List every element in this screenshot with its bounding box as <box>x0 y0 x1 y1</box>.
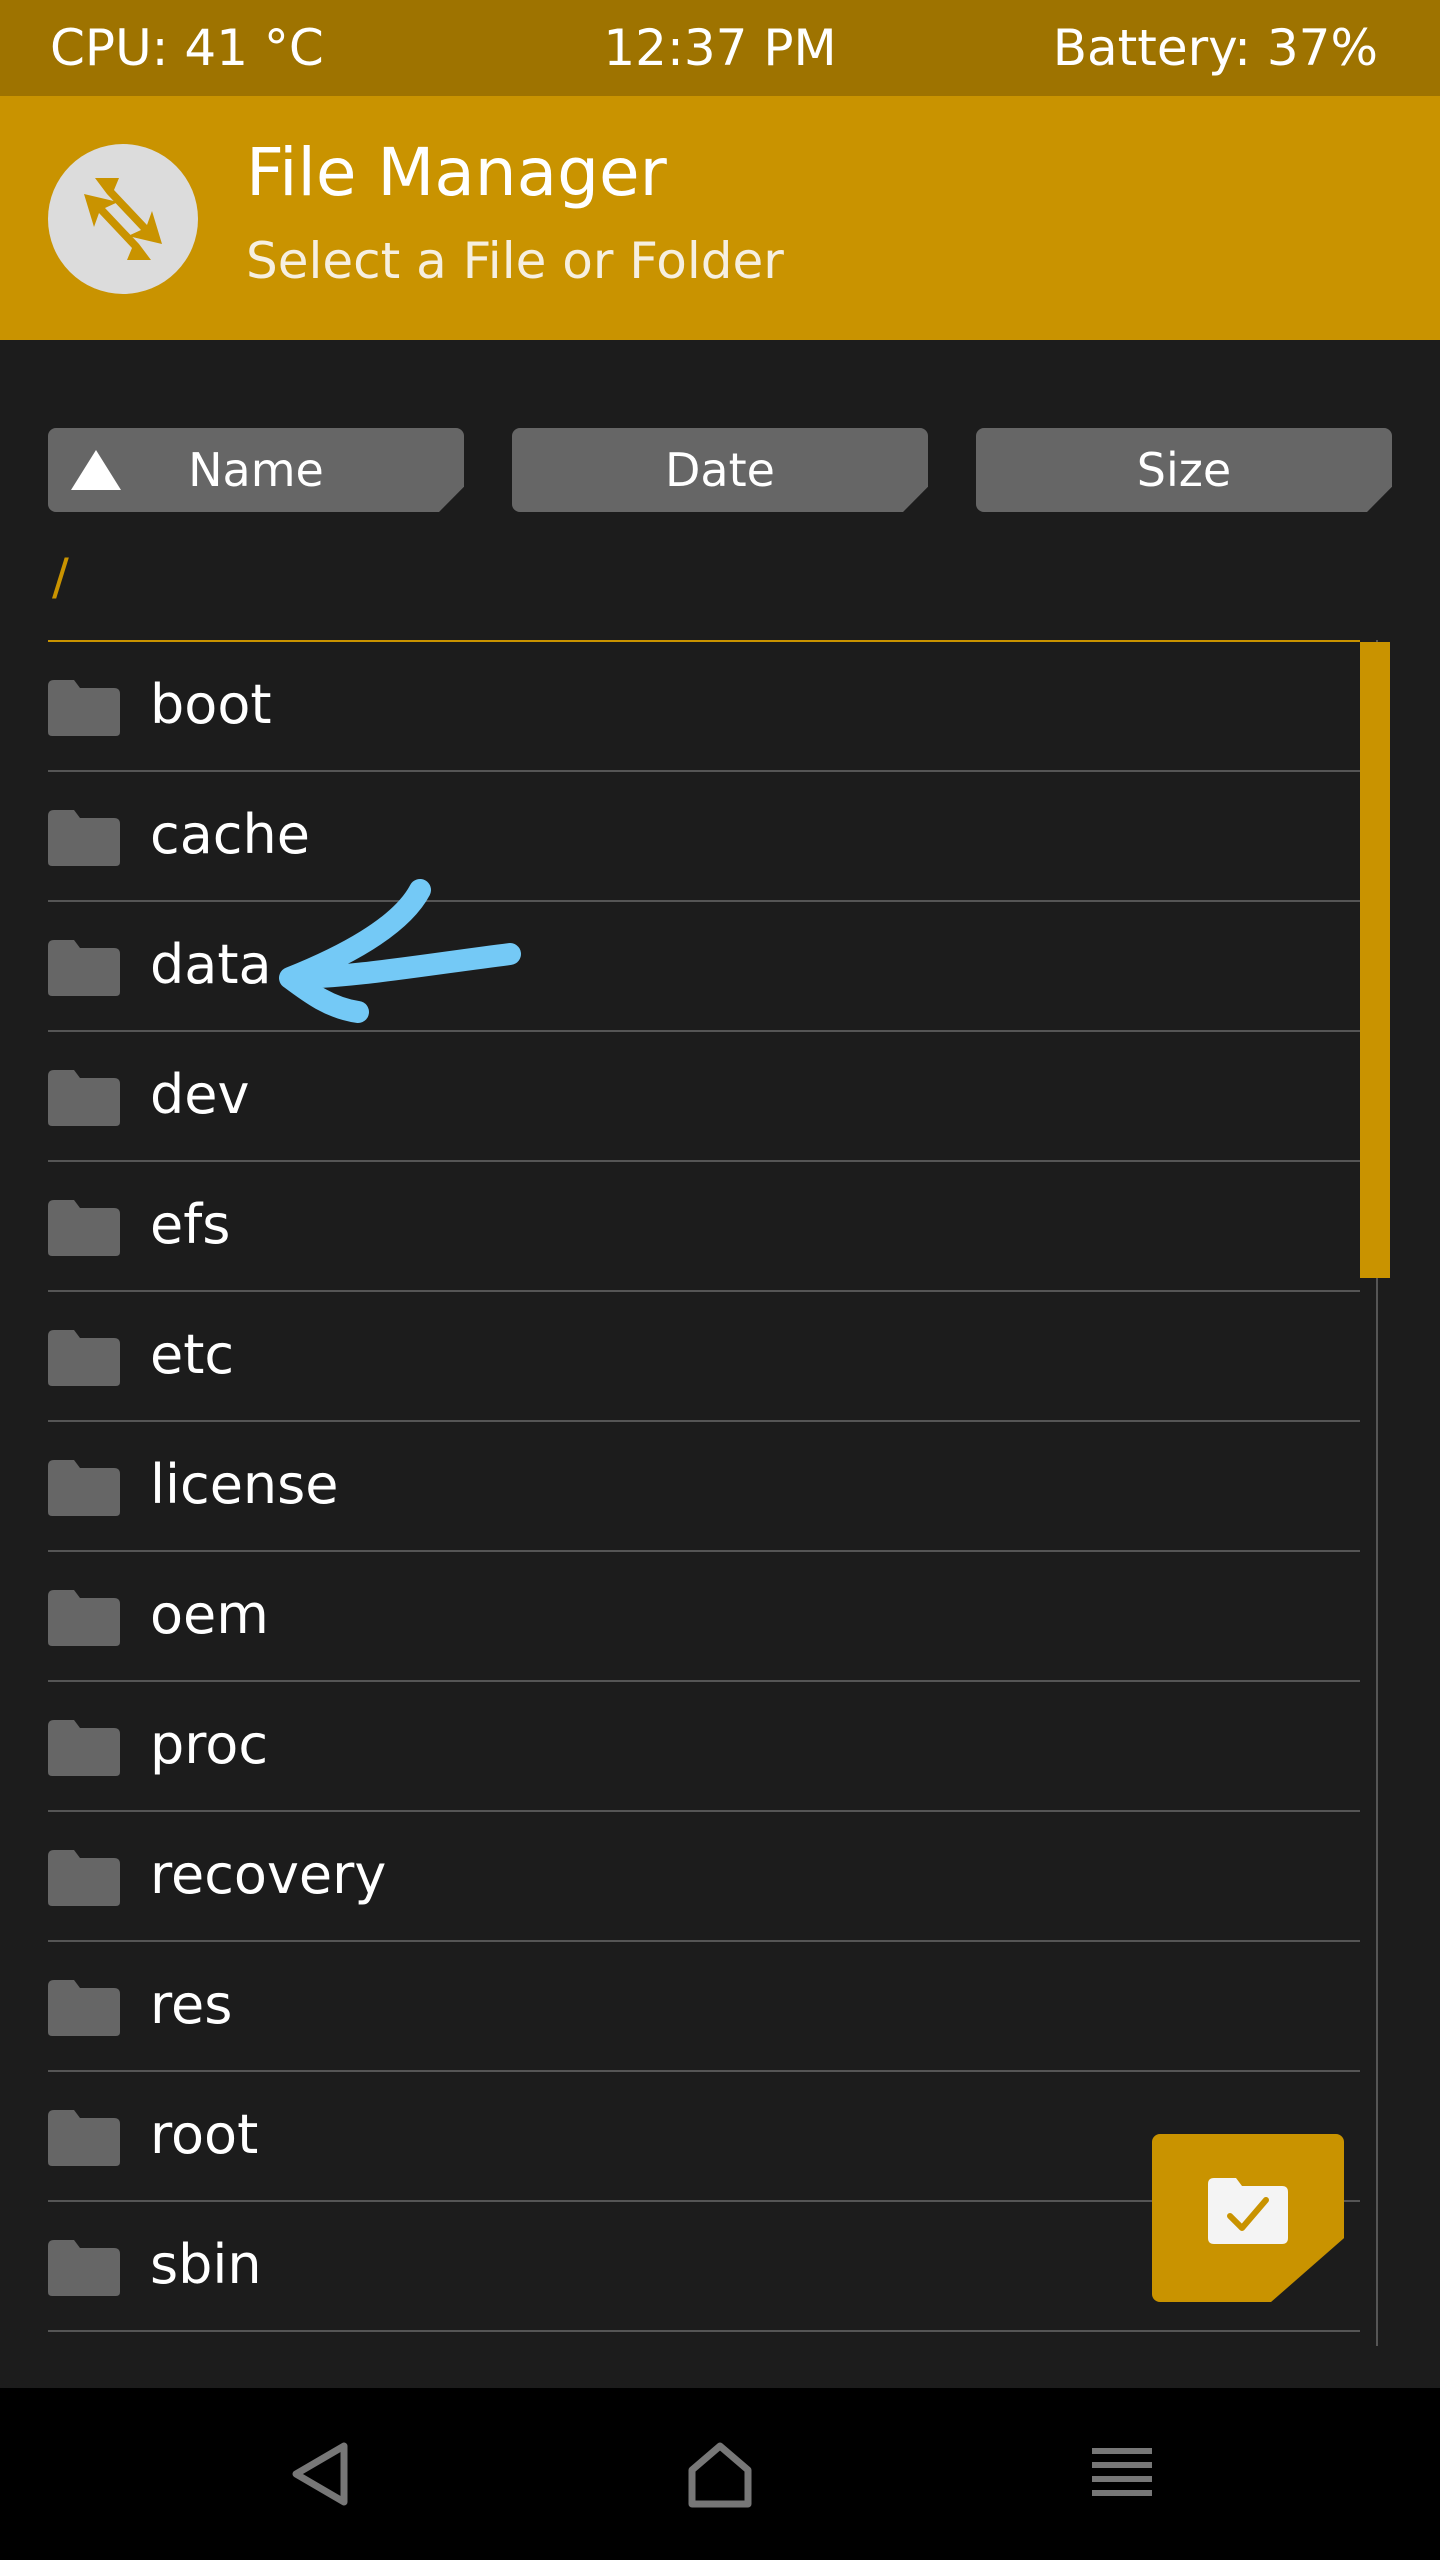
triangle-up-icon <box>68 446 124 494</box>
app-header: File Manager Select a File or Folder <box>0 96 1440 340</box>
sort-by-name-button[interactable]: Name <box>48 428 464 512</box>
back-triangle-icon[interactable] <box>286 2438 358 2510</box>
list-item-label: sbin <box>150 2233 262 2296</box>
list-item-data[interactable]: data <box>48 902 1360 1032</box>
home-icon[interactable] <box>684 2438 756 2510</box>
sort-size-label: Size <box>1136 443 1232 497</box>
list-item-label: recovery <box>150 1843 387 1906</box>
page-title: File Manager <box>246 134 667 211</box>
sort-by-date-button[interactable]: Date <box>512 428 928 512</box>
list-item-boot[interactable]: boot <box>48 642 1360 772</box>
list-item-license[interactable]: license <box>48 1422 1360 1552</box>
status-cpu-temp: CPU: 41 °C <box>50 19 324 77</box>
status-battery: Battery: 37% <box>1052 19 1378 77</box>
scrollbar-thumb[interactable] <box>1360 642 1390 1278</box>
folder-icon <box>48 2240 120 2296</box>
folder-check-icon <box>1208 2178 1288 2244</box>
status-bar: 12:37 PM CPU: 41 °C Battery: 37% <box>0 0 1440 96</box>
folder-icon <box>48 1980 120 2036</box>
list-item-label: proc <box>150 1713 269 1776</box>
menu-lines-icon[interactable] <box>1086 2438 1158 2510</box>
sort-name-label: Name <box>188 443 324 497</box>
list-item-label: root <box>150 2103 259 2166</box>
list-item-etc[interactable]: etc <box>48 1292 1360 1422</box>
annotation-arrow-icon <box>279 879 521 1023</box>
folder-icon <box>48 940 120 996</box>
folder-icon <box>48 1590 120 1646</box>
folder-icon <box>48 2110 120 2166</box>
page-subtitle: Select a File or Folder <box>246 232 784 290</box>
list-item-label: etc <box>150 1323 235 1386</box>
list-item-label: boot <box>150 673 272 736</box>
list-item-label: oem <box>150 1583 269 1646</box>
sort-by-size-button[interactable]: Size <box>976 428 1392 512</box>
list-item-cache[interactable]: cache <box>48 772 1360 902</box>
folder-icon <box>48 680 120 736</box>
folder-icon <box>48 810 120 866</box>
list-item-label: efs <box>150 1193 231 1256</box>
list-item-proc[interactable]: proc <box>48 1682 1360 1812</box>
list-item-res[interactable]: res <box>48 1942 1360 2072</box>
list-item-efs[interactable]: efs <box>48 1162 1360 1292</box>
folder-icon <box>48 1850 120 1906</box>
list-item-label: data <box>150 933 272 996</box>
file-list: boot cache data dev efs etc license oem … <box>48 640 1360 2332</box>
list-item-dev[interactable]: dev <box>48 1032 1360 1162</box>
list-item-recovery[interactable]: recovery <box>48 1812 1360 1942</box>
twrp-logo-icon <box>48 144 198 294</box>
folder-icon <box>48 1330 120 1386</box>
folder-icon <box>48 1070 120 1126</box>
list-item-label: license <box>150 1453 339 1516</box>
folder-icon <box>48 1200 120 1256</box>
sort-date-label: Date <box>665 443 775 497</box>
list-item-label: res <box>150 1973 233 2036</box>
list-item-label: dev <box>150 1063 250 1126</box>
list-item-oem[interactable]: oem <box>48 1552 1360 1682</box>
current-path: / <box>52 548 69 606</box>
navigation-bar <box>0 2388 1440 2560</box>
folder-icon <box>48 1460 120 1516</box>
folder-icon <box>48 1720 120 1776</box>
